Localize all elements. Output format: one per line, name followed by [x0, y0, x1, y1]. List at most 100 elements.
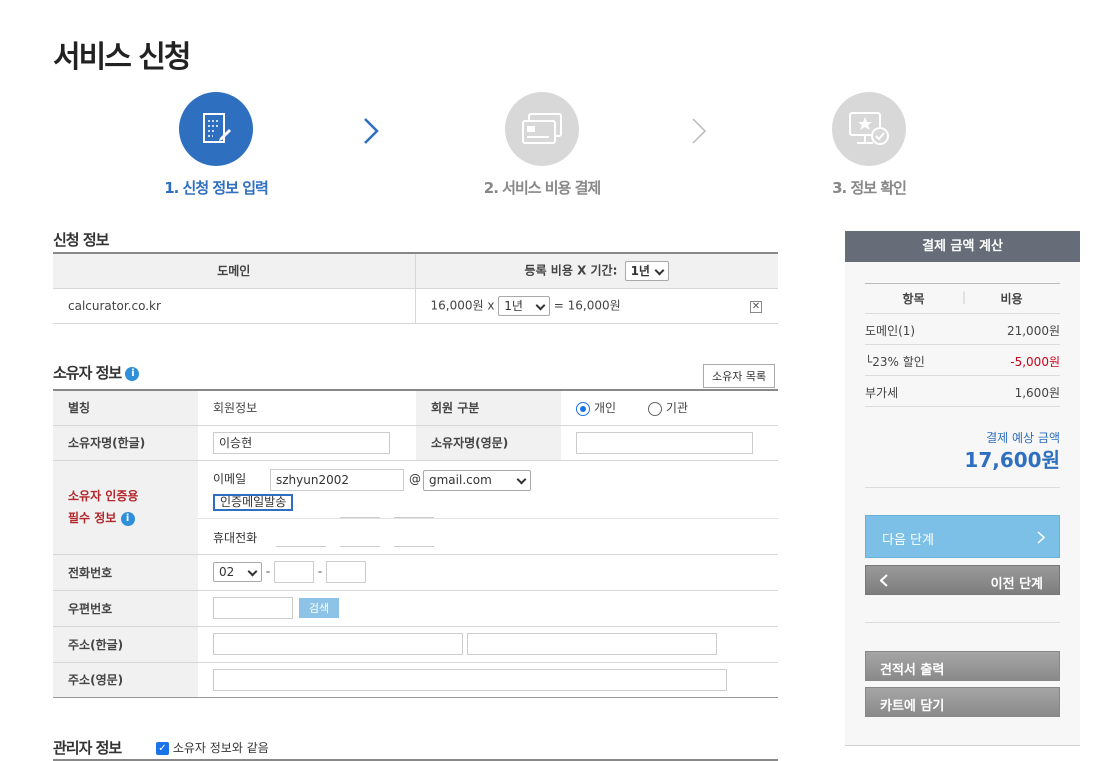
phone-fields: 02 - - [198, 554, 778, 591]
same-as-owner-checkbox[interactable]: ✓ [156, 742, 169, 755]
domain-cell: calcurator.co.kr [53, 288, 416, 324]
previous-step-button[interactable]: 이전 단계 [865, 565, 1060, 595]
name-ko-cell: 이승현 [198, 425, 416, 461]
phone-part-3-input[interactable] [326, 561, 366, 583]
next-step-button[interactable]: 다음 단계 [865, 515, 1060, 558]
phone-dash: - [265, 564, 271, 579]
zip-search-button[interactable]: 검색 [298, 598, 340, 618]
divider [865, 313, 1060, 314]
step-2-label: 2. 서비스 비용 결제 [483, 179, 601, 197]
application-section-title: 신청 정보 [53, 231, 109, 249]
panel-title: 결제 금액 계산 [845, 231, 1080, 262]
print-quote-button[interactable]: 견적서 출력 [865, 651, 1060, 681]
name-ko-input[interactable]: 이승현 [213, 431, 390, 454]
table-row: 전화번호 02 - - [53, 554, 778, 591]
chevron-right-icon [1037, 531, 1045, 544]
remove-icon[interactable]: ✕ [750, 300, 762, 313]
name-ko-label: 소유자명(한글) [53, 425, 198, 461]
mobile-part-1-input[interactable] [276, 527, 326, 547]
alias-label: 별칭 [53, 390, 198, 426]
application-table: 도메인 등록 비용 X 기간: 1년 calcurator.co.kr 16,0… [53, 252, 778, 324]
summary-row-domain: 도메인(1) 21,000원 [865, 322, 1060, 339]
auth-label-line-1: 소유자 인증용 [68, 489, 139, 503]
name-en-label: 소유자명(영문) [416, 425, 561, 461]
info-icon[interactable]: i [125, 366, 140, 381]
email-label: 이메일 [213, 471, 247, 486]
owner-list-button[interactable]: 소유자 목록 [703, 364, 776, 388]
period-select[interactable]: 1년 [624, 260, 669, 281]
radio-organization[interactable] [647, 401, 662, 416]
auth-label-line-2: 필수 정보 [68, 511, 117, 525]
phone-dash: - [317, 564, 323, 579]
step-1-label: 1. 신청 정보 입력 [164, 179, 269, 197]
zip-fields: 검색 [198, 590, 778, 627]
owner-section-title: 소유자 정보 i [53, 362, 140, 383]
divider [865, 406, 1060, 407]
auth-label: 소유자 인증용 필수 정보 i [53, 460, 198, 555]
credit-card-icon [505, 92, 579, 166]
phone-part-2-input[interactable] [274, 561, 314, 583]
column-header-domain: 도메인 [53, 253, 416, 289]
step-3: 3. 정보 확인 [769, 92, 969, 198]
admin-section-title: 관리자 정보 [53, 739, 122, 757]
name-en-cell [561, 425, 778, 461]
divider [865, 622, 1060, 623]
row-total: = 16,000원 [553, 298, 621, 312]
divider [865, 487, 1060, 488]
owner-section-label: 소유자 정보 [53, 364, 122, 382]
summary-row-label: 도메인(1) [865, 324, 916, 338]
addr-ko-input-1[interactable] [213, 633, 463, 655]
summary-row-value: 1,600원 [1014, 386, 1060, 400]
info-icon[interactable]: i [120, 511, 135, 526]
auth-fields: 이메일 szhyun2002 @ gmail.com 인증메일발송 휴대전화 [198, 460, 778, 555]
addr-en-fields [198, 662, 778, 698]
table-row: 소유자명(한글) 이승현 소유자명(영문) [53, 425, 778, 461]
zip-label: 우편번호 [53, 590, 198, 627]
email-at-sign: @ [409, 471, 421, 486]
table-row: calcurator.co.kr 16,000원 x 1년 = 16,000원 … [53, 288, 778, 324]
addr-en-input[interactable] [213, 668, 727, 691]
email-domain-select[interactable]: gmail.com [423, 469, 531, 491]
mobile-part-2-input[interactable] [340, 516, 380, 547]
step-2: 2. 서비스 비용 결제 [442, 92, 642, 198]
summary-row-discount: └23% 할인 -5,000원 [865, 353, 1060, 370]
radio-individual[interactable] [576, 401, 590, 416]
phone-prefix-select[interactable]: 02 [213, 562, 262, 582]
column-header-cost: 등록 비용 X 기간: 1년 [415, 253, 778, 289]
owner-table: 별칭 회원정보 회원 구분 개인 기관 소유자명(한글) 이승현 소유자명(영문… [53, 389, 778, 698]
same-as-owner-label: 소유자 정보와 같음 [172, 741, 269, 755]
step-3-label: 3. 정보 확인 [832, 179, 907, 197]
table-row: 주소(영문) [53, 662, 778, 698]
summary-row-label: └23% 할인 [865, 355, 925, 369]
phone-label: 전화번호 [53, 554, 198, 591]
table-row: 별칭 회원정보 회원 구분 개인 기관 [53, 390, 778, 426]
member-type-label: 회원 구분 [416, 390, 561, 426]
page-title: 서비스 신청 [53, 40, 191, 75]
chevron-left-icon [880, 574, 888, 587]
same-as-owner-option[interactable]: ✓ 소유자 정보와 같음 [156, 739, 269, 756]
name-en-input[interactable] [576, 431, 753, 454]
add-to-cart-button[interactable]: 카트에 담기 [865, 687, 1060, 717]
table-row: 우편번호 검색 [53, 590, 778, 627]
addr-ko-label: 주소(한글) [53, 626, 198, 663]
addr-ko-input-2[interactable] [466, 633, 717, 655]
send-verification-email-button[interactable]: 인증메일발송 [213, 493, 294, 511]
mobile-part-3-input[interactable] [394, 516, 434, 547]
summary-col-item: 항목 [902, 292, 925, 306]
zip-input[interactable] [213, 597, 293, 619]
alias-value: 회원정보 [198, 390, 416, 426]
monitor-star-check-icon [832, 92, 906, 166]
cost-cell: 16,000원 x 1년 = 16,000원 ✕ [415, 288, 778, 324]
cost-period-label: 등록 비용 X 기간: [524, 263, 618, 278]
member-type-field: 개인 기관 [561, 390, 778, 426]
summary-row-label: 부가세 [865, 386, 899, 400]
row-period-select[interactable]: 1년 [498, 295, 550, 316]
chevron-right-icon [364, 118, 379, 144]
divider [865, 375, 1060, 376]
summary-row-value: -5,000원 [1010, 355, 1060, 369]
table-row: 주소(한글) [53, 626, 778, 663]
previous-step-label: 이전 단계 [990, 577, 1043, 592]
divider [865, 283, 1060, 284]
email-user-input[interactable]: szhyun2002 [270, 468, 404, 491]
table-header-row: 도메인 등록 비용 X 기간: 1년 [53, 253, 778, 289]
